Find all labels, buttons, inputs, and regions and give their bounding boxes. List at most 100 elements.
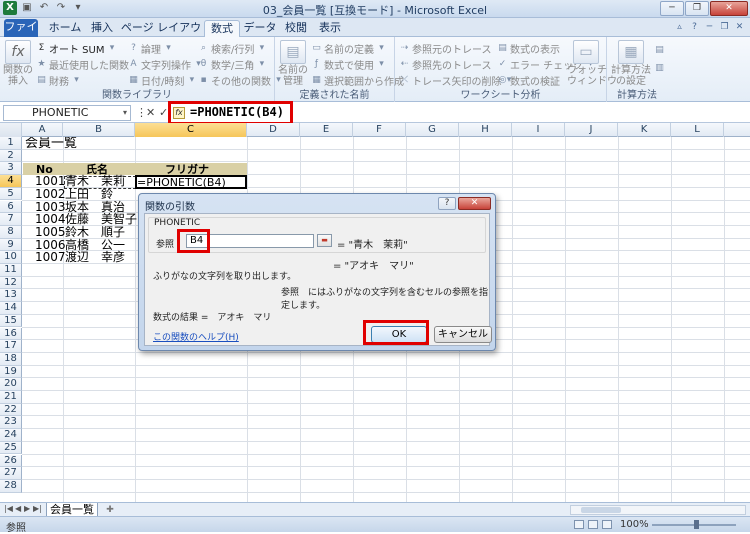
row-header[interactable]: 18 — [0, 352, 22, 366]
use-in-formula-button[interactable]: ƒ 数式で使用 ▾ — [311, 57, 387, 72]
tab-page-layout[interactable]: ページ レイアウト — [120, 20, 202, 50]
row-header[interactable]: 21 — [0, 391, 22, 404]
prev-sheet-icon[interactable]: ◀ — [15, 504, 21, 513]
row-header[interactable]: 5 — [0, 187, 22, 201]
row-header[interactable]: 24 — [0, 429, 22, 442]
row-header[interactable]: 27 — [0, 467, 22, 480]
insert-sheet-icon[interactable]: ✚ — [102, 504, 118, 516]
column-header-l[interactable]: L — [671, 123, 724, 137]
math-button[interactable]: θ 数学/三角 ▾ — [198, 57, 267, 72]
row-header[interactable]: 7 — [0, 213, 22, 226]
dialog-close-button[interactable]: ✕ — [458, 197, 491, 210]
column-header-d[interactable]: D — [247, 123, 300, 137]
name-box[interactable]: PHONETIC ▾ — [3, 105, 131, 121]
row-header[interactable]: 16 — [0, 327, 22, 341]
cancel-entry-icon[interactable]: ✕ — [146, 106, 155, 119]
minimize-button[interactable]: ─ — [660, 1, 684, 16]
cell-c4-formula[interactable]: =PHONETIC(B4) — [137, 176, 226, 189]
row-header[interactable]: 8 — [0, 225, 22, 239]
row-header[interactable]: 14 — [0, 302, 22, 315]
horizontal-scrollbar[interactable] — [570, 505, 746, 515]
logical-button[interactable]: ? 論理 ▾ — [128, 41, 174, 56]
insert-function-button[interactable]: fx 関数の 挿入 — [3, 40, 33, 87]
row-header[interactable]: 20 — [0, 378, 22, 391]
cell-member-name[interactable]: 鈴木 順子 — [65, 225, 125, 239]
page-layout-view-icon[interactable] — [588, 520, 598, 529]
next-sheet-icon[interactable]: ▶ — [24, 504, 30, 513]
column-header-f[interactable]: F — [353, 123, 406, 137]
cell-member-name[interactable]: 渡辺 幸彦 — [65, 251, 125, 264]
function-help-link[interactable]: この関数のヘルプ(H) — [153, 330, 239, 343]
row-header[interactable]: 28 — [0, 479, 22, 493]
row-header[interactable]: 10 — [0, 251, 22, 264]
row-header[interactable]: 22 — [0, 403, 22, 417]
tab-formulas[interactable]: 数式 — [204, 20, 240, 37]
cancel-button[interactable]: キャンセル — [434, 326, 492, 343]
help-icon[interactable]: ? — [688, 21, 701, 34]
column-header-i[interactable]: I — [512, 123, 565, 137]
first-sheet-icon[interactable]: |◀ — [4, 504, 13, 513]
confirm-entry-icon[interactable]: ✓ — [159, 106, 168, 119]
zoom-slider-thumb[interactable] — [694, 520, 699, 529]
normal-view-icon[interactable] — [574, 520, 584, 529]
zoom-slider[interactable] — [652, 520, 736, 529]
collapse-dialog-icon[interactable]: ▬ — [317, 234, 332, 247]
row-header[interactable]: 4 — [0, 175, 22, 188]
row-header[interactable]: 17 — [0, 340, 22, 353]
close-button[interactable]: ✕ — [710, 1, 748, 16]
maximize-button[interactable]: ❐ — [685, 1, 709, 16]
row-header[interactable]: 9 — [0, 238, 22, 252]
row-header[interactable]: 3 — [0, 162, 22, 176]
recent-functions-button[interactable]: ★ 最近使用した関数 — [36, 57, 129, 72]
select-all-corner[interactable] — [0, 123, 22, 137]
workbook-close-icon[interactable]: ✕ — [733, 21, 746, 34]
row-header[interactable]: 13 — [0, 289, 22, 303]
show-formulas-button[interactable]: ▤ 数式の表示 — [497, 41, 560, 56]
row-header[interactable]: 19 — [0, 365, 22, 379]
define-name-button[interactable]: ▭ 名前の定義 ▾ — [311, 41, 387, 56]
row-header[interactable]: 12 — [0, 276, 22, 290]
autosum-button[interactable]: Σ オート SUM ▾ — [36, 41, 117, 56]
cell-member-name[interactable]: 上田 鈴 — [65, 187, 113, 201]
calc-options-button[interactable]: ▦ 計算方法 の設定 — [611, 40, 651, 87]
tab-file[interactable]: ファイル — [4, 19, 38, 49]
name-manager-button[interactable]: ▤ 名前の 管理 — [278, 40, 308, 87]
row-header[interactable]: 6 — [0, 200, 22, 214]
column-header-g[interactable]: G — [406, 123, 459, 137]
calc-now-icon[interactable]: ▤ — [654, 45, 665, 56]
column-header-b[interactable]: B — [63, 123, 135, 137]
tab-data[interactable]: データ — [242, 20, 278, 37]
row-header[interactable]: 23 — [0, 416, 22, 430]
row-header[interactable]: 25 — [0, 441, 22, 455]
calc-sheet-icon[interactable]: ▥ — [654, 63, 665, 74]
watch-window-button[interactable]: ▭ ウォッチ ウィンドウ — [567, 40, 617, 87]
horizontal-scroll-thumb[interactable] — [581, 507, 621, 513]
cell-a1-title[interactable]: 会員一覧 — [25, 137, 77, 150]
row-header[interactable]: 2 — [0, 149, 22, 163]
text-functions-button[interactable]: A 文字列操作 ▾ — [128, 57, 204, 72]
tab-view[interactable]: 表示 — [314, 20, 346, 37]
insert-function-fx-icon[interactable]: fx — [173, 107, 185, 119]
sheet-tab-members[interactable]: 会員一覧 — [46, 503, 98, 517]
column-header-a[interactable]: A — [22, 123, 63, 137]
column-header-j[interactable]: J — [565, 123, 618, 137]
workbook-restore-icon[interactable]: ❐ — [718, 21, 731, 34]
column-header-h[interactable]: H — [459, 123, 512, 137]
trace-precedents-button[interactable]: ⇢ 参照元のトレース — [399, 41, 492, 56]
cell-member-no[interactable]: 1007 — [35, 251, 66, 264]
workbook-minimize-icon[interactable]: ─ — [703, 21, 716, 34]
column-header-e[interactable]: E — [300, 123, 353, 137]
zoom-level[interactable]: 100% — [620, 519, 649, 530]
page-break-view-icon[interactable] — [602, 520, 612, 529]
cell-member-no[interactable]: 1005 — [35, 225, 66, 239]
row-header[interactable]: 1 — [0, 137, 22, 150]
column-header-k[interactable]: K — [618, 123, 671, 137]
row-header[interactable]: 15 — [0, 314, 22, 328]
lookup-button[interactable]: ⌕ 検索/行列 ▾ — [198, 41, 267, 56]
row-header[interactable]: 11 — [0, 264, 22, 277]
vertical-scroll-top[interactable] — [724, 123, 750, 137]
tab-review[interactable]: 校閲 — [280, 20, 312, 37]
ok-button[interactable]: OK — [371, 326, 427, 343]
chevron-down-icon[interactable]: ▾ — [123, 106, 127, 120]
trace-dependents-button[interactable]: ⇠ 参照先のトレース — [399, 57, 492, 72]
